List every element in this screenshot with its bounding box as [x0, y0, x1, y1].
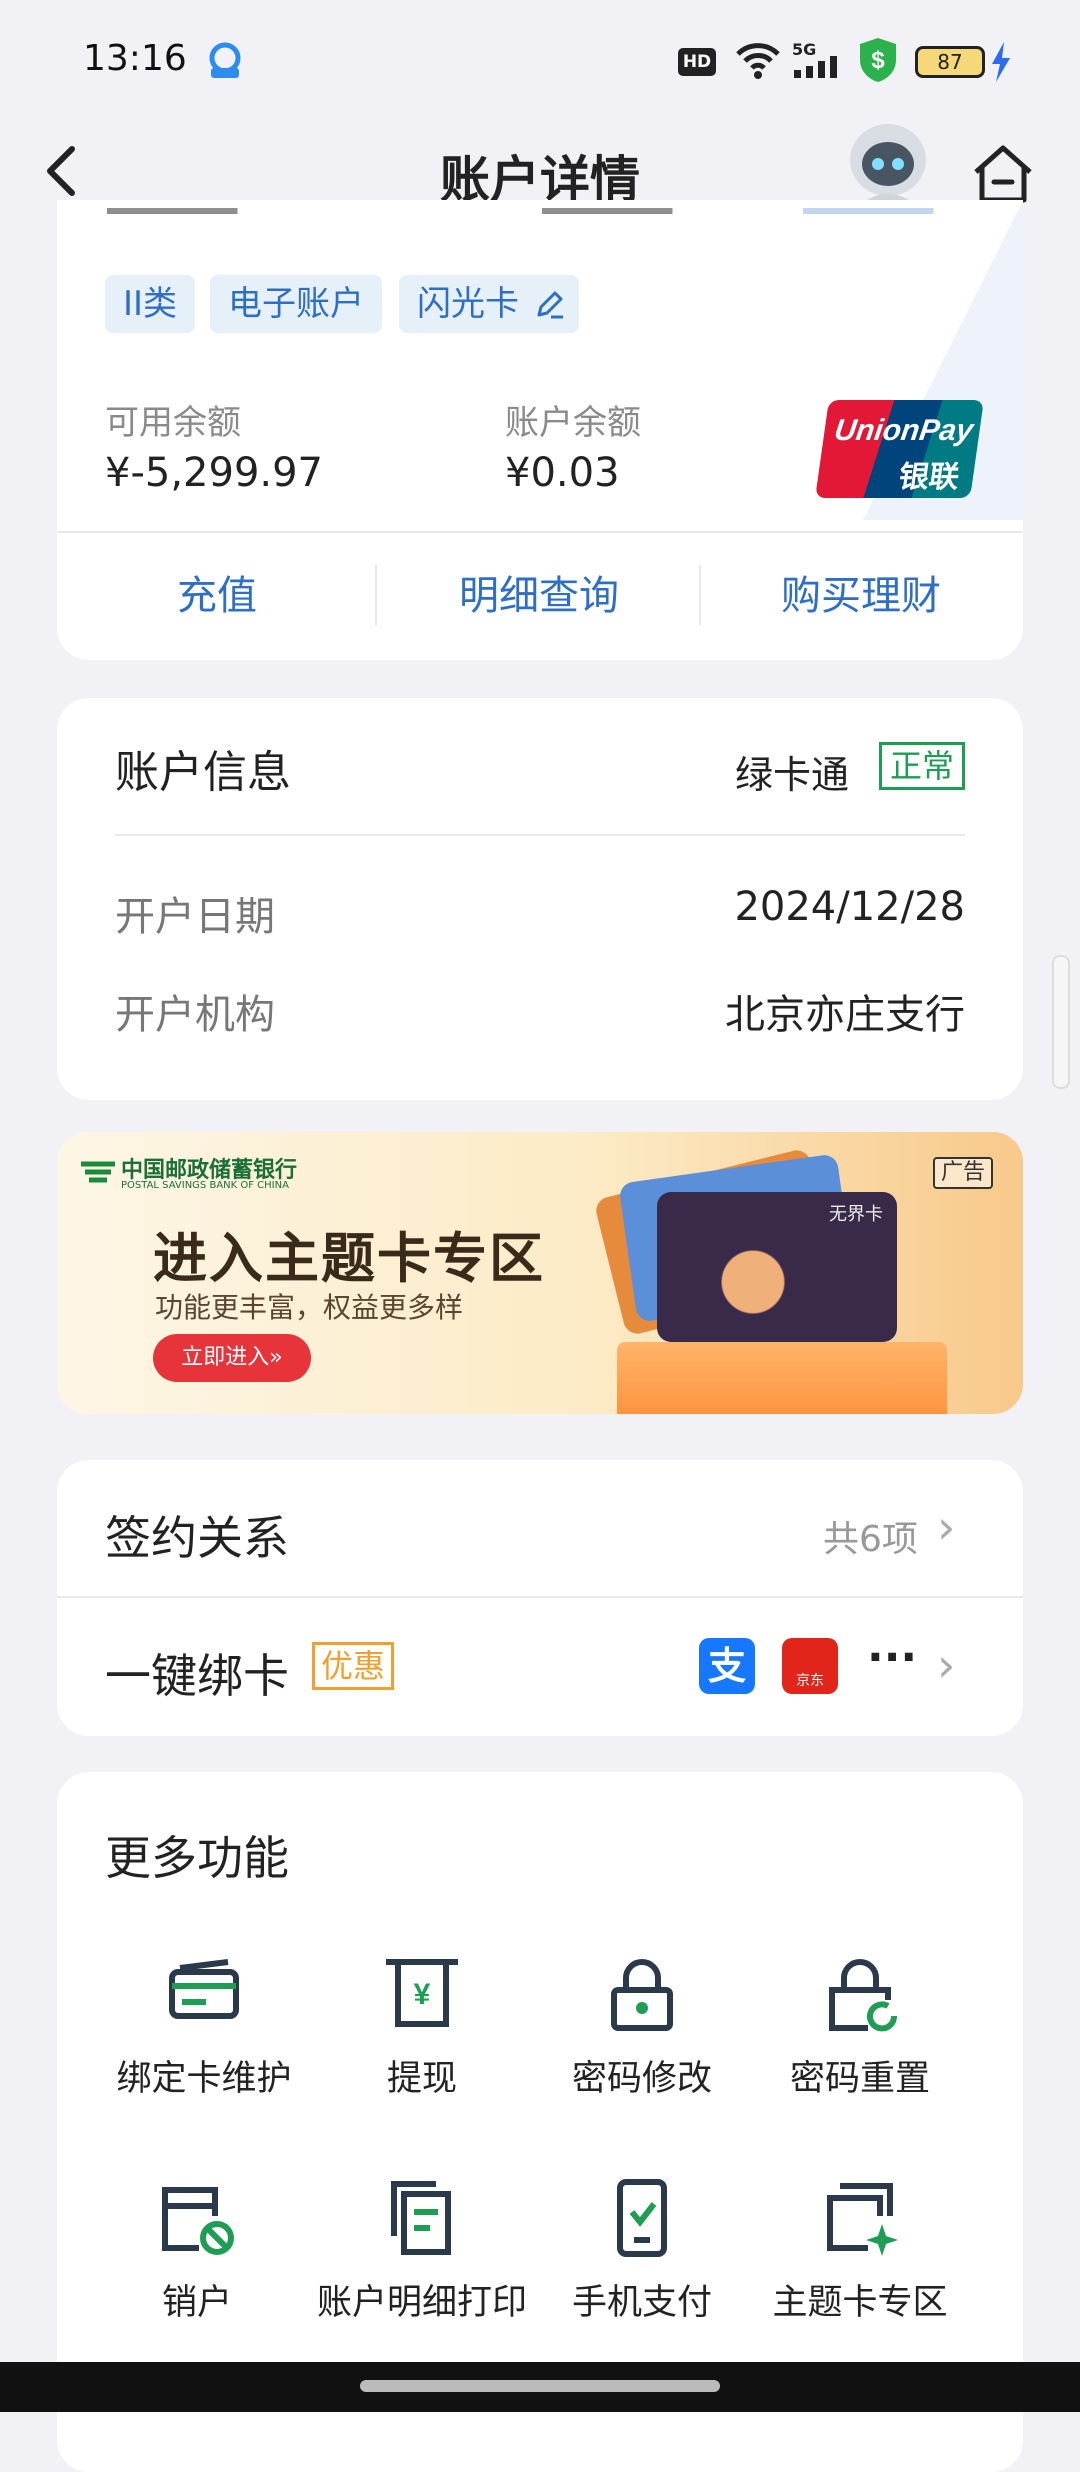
jd-label: 京东 [796, 1673, 824, 1689]
contracts-count: 共6项 [823, 1519, 918, 1560]
more-functions-title: 更多功能 [105, 1831, 289, 1885]
wifi-icon [736, 43, 780, 79]
card-icon [169, 1959, 239, 2019]
bind-card-maintain-label: 绑定卡维护 [116, 2059, 292, 2099]
withdraw-item[interactable]: ¥ 提现 [307, 1952, 537, 2132]
account-balance-value: ¥0.03 [505, 450, 620, 496]
account-info-card: 账户信息 绿卡通 正常 开户日期 2024/12/28 开户机构 北京亦庄支行 [57, 698, 1023, 1100]
account-balance-label: 账户余额 [505, 403, 641, 443]
bank-name-en: POSTAL SAVINGS BANK OF CHINA [121, 1180, 289, 1191]
phone-pay-icon [617, 2179, 667, 2257]
password-reset-item[interactable]: 密码重置 [745, 1952, 975, 2132]
password-change-item[interactable]: 密码修改 [527, 1952, 757, 2132]
account-card: II类 电子账户 闪光卡 可用余额 ¥-5,299.97 账户余额 ¥0.03 … [57, 200, 1023, 660]
charging-icon [992, 42, 1010, 82]
card-type-label: 绿卡通 [735, 753, 850, 797]
branch-label: 开户机构 [115, 992, 275, 1038]
hd-icon: HD [678, 48, 716, 76]
battery-level: 87 [937, 50, 963, 74]
contracts-title: 签约关系 [105, 1511, 289, 1565]
unionpay-cn: 银联 [896, 460, 962, 495]
edit-pencil-icon[interactable] [533, 289, 565, 321]
print-detail-item[interactable]: 账户明细打印 [307, 2176, 537, 2356]
promo-banner[interactable]: 中国邮政储蓄银行 POSTAL SAVINGS BANK OF CHINA 广告… [57, 1132, 1023, 1414]
bind-card-maintain-item[interactable]: 绑定卡维护 [89, 1952, 319, 2132]
contracts-card: 签约关系 共6项 › 一键绑卡 优惠 支 京东 ··· › [57, 1460, 1023, 1736]
banner-headline: 进入主题卡专区 [153, 1227, 545, 1290]
bank-logo-icon [81, 1161, 115, 1183]
print-detail-label: 账户明细打印 [316, 2283, 527, 2323]
status-badge: 正常 [879, 742, 966, 790]
close-account-label: 销户 [161, 2283, 232, 2323]
unionpay-logo: UnionPay 银联 [815, 400, 984, 498]
theme-card-image: 无界卡 [657, 1192, 897, 1342]
alipay-icon: 支 [699, 1638, 755, 1694]
info-divider [115, 834, 965, 836]
banner-cta-button[interactable]: 立即进入» [153, 1334, 311, 1382]
tag-flash-card-label: 闪光卡 [417, 284, 519, 324]
close-account-item[interactable]: 销户 [82, 2176, 312, 2356]
phone-pay-label: 手机支付 [571, 2283, 712, 2323]
chevron-right-icon: › [937, 1500, 956, 1554]
scrollbar[interactable] [1052, 955, 1070, 1089]
home-icon[interactable] [972, 144, 1034, 204]
app-cloud-icon [209, 42, 241, 78]
tag-class-ii: II类 [105, 275, 196, 333]
jd-icon: 京东 [782, 1638, 838, 1694]
phone-pay-item[interactable]: 手机支付 [527, 2176, 757, 2356]
ad-tag: 广告 [933, 1157, 994, 1189]
action-separator [375, 565, 377, 625]
battery-icon: 87 [915, 46, 985, 78]
recharge-button[interactable]: 充值 [57, 563, 377, 621]
open-date-label: 开户日期 [115, 894, 275, 940]
theme-card-zone-label: 主题卡专区 [772, 2283, 948, 2323]
password-change-label: 密码修改 [571, 2059, 712, 2099]
lock-icon [611, 1959, 673, 2031]
card-divider [57, 531, 1023, 533]
buy-wealth-button[interactable]: 购买理财 [701, 563, 1021, 621]
withdraw-icon: ¥ [386, 1959, 458, 2027]
available-balance-value: ¥-5,299.97 [105, 450, 324, 496]
home-indicator[interactable] [360, 2380, 720, 2392]
lock-reset-icon [829, 1959, 898, 2032]
bind-card-title: 一键绑卡 [105, 1649, 289, 1703]
theme-card-icon [827, 2183, 898, 2256]
tag-flash-card[interactable]: 闪光卡 [399, 275, 579, 333]
theme-card-brand: 无界卡 [829, 1204, 883, 1225]
open-date-value: 2024/12/28 [734, 884, 965, 930]
branch-value: 北京亦庄支行 [725, 992, 965, 1038]
card-number-cutoff [107, 200, 977, 240]
available-balance-label: 可用余额 [105, 403, 241, 443]
detail-query-button[interactable]: 明细查询 [379, 563, 699, 621]
close-account-icon [162, 2187, 234, 2255]
security-shield-icon: $ [860, 38, 896, 82]
print-detail-icon [391, 2181, 451, 2255]
banner-subline: 功能更丰富，权益更多样 [155, 1291, 464, 1324]
status-bar: 13:16 HD 5G $ 87 [0, 0, 1080, 125]
withdraw-label: 提现 [386, 2059, 457, 2099]
tag-e-account: 电子账户 [210, 275, 382, 333]
theme-card-zone-item[interactable]: 主题卡专区 [745, 2176, 975, 2356]
contracts-row[interactable]: 签约关系 共6项 › [57, 1460, 1023, 1596]
password-reset-label: 密码重置 [789, 2059, 930, 2099]
discount-badge: 优惠 [312, 1642, 395, 1690]
unionpay-text: UnionPay [832, 414, 976, 447]
svg-text:$: $ [871, 47, 885, 74]
banner-podium [617, 1342, 947, 1414]
signal-icon [794, 56, 837, 78]
svg-text:¥: ¥ [414, 1978, 431, 2011]
account-info-title: 账户信息 [115, 747, 291, 798]
more-dots-icon: ··· [867, 1632, 918, 1683]
status-time: 13:16 [83, 38, 187, 79]
bind-card-row[interactable]: 一键绑卡 优惠 支 京东 ··· › [57, 1598, 1023, 1736]
chevron-right-icon: › [937, 1638, 956, 1692]
